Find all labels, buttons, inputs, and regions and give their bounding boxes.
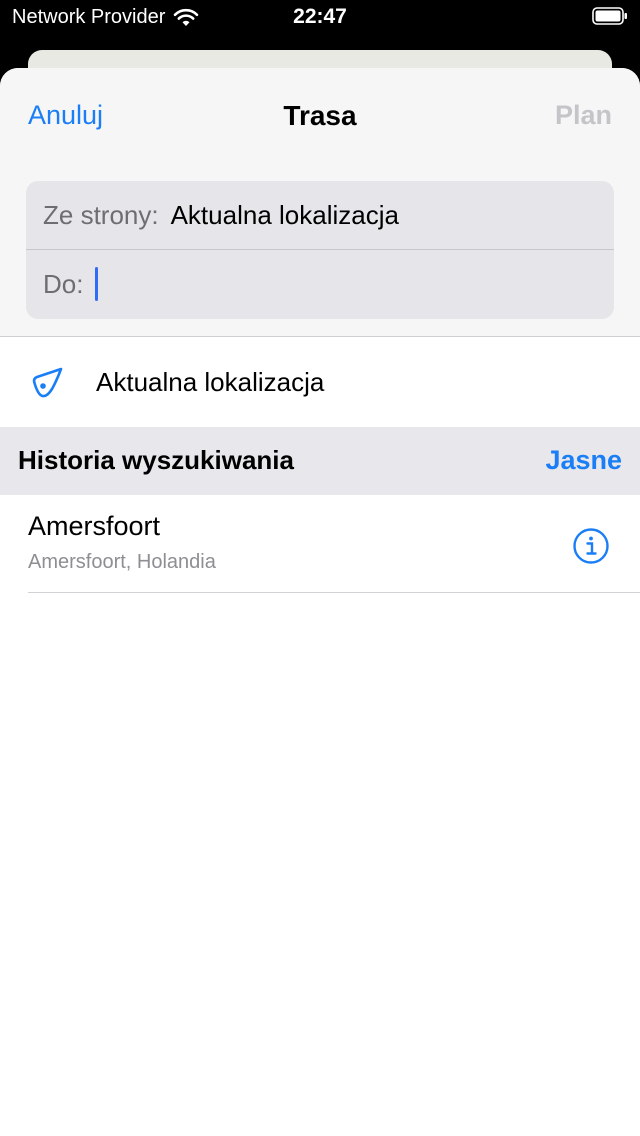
screen: Network Provider 22:47 Anuluj Trasa Plan bbox=[0, 0, 640, 1136]
current-location-label: Aktualna lokalizacja bbox=[96, 367, 325, 397]
history-item-title: Amersfoort bbox=[28, 511, 161, 541]
plan-button[interactable]: Plan bbox=[555, 100, 612, 131]
current-location-row[interactable]: Aktualna lokalizacja bbox=[0, 337, 640, 427]
text-caret bbox=[95, 267, 99, 301]
history-item-subtitle: Amersfoort, Holandia bbox=[28, 551, 216, 573]
status-bar: Network Provider 22:47 bbox=[0, 0, 640, 40]
route-form: Ze strony: Aktualna lokalizacja Do: bbox=[26, 181, 614, 319]
battery-icon bbox=[592, 7, 627, 25]
route-sheet: Anuluj Trasa Plan Ze strony: Aktualna lo… bbox=[0, 68, 640, 1136]
status-time: 22:47 bbox=[293, 5, 347, 28]
info-icon[interactable] bbox=[572, 527, 610, 565]
from-value[interactable]: Aktualna lokalizacja bbox=[171, 200, 399, 231]
to-field[interactable]: Do: bbox=[26, 250, 614, 318]
history-title: Historia wyszukiwania bbox=[18, 445, 294, 475]
list-divider bbox=[28, 592, 640, 593]
navigation-bar: Anuluj Trasa Plan bbox=[0, 68, 640, 164]
sheet-header: Anuluj Trasa Plan Ze strony: Aktualna lo… bbox=[0, 68, 640, 337]
clear-history-button[interactable]: Jasne bbox=[545, 445, 622, 476]
history-section-header: Historia wyszukiwania Jasne bbox=[0, 427, 640, 495]
page-title: Trasa bbox=[283, 100, 357, 131]
to-label: Do: bbox=[43, 268, 84, 299]
from-field[interactable]: Ze strony: Aktualna lokalizacja bbox=[26, 181, 614, 249]
list-item[interactable]: Amersfoort Amersfoort, Holandia bbox=[0, 495, 640, 593]
from-label: Ze strony: bbox=[43, 199, 159, 230]
location-arrow-icon bbox=[32, 367, 63, 398]
